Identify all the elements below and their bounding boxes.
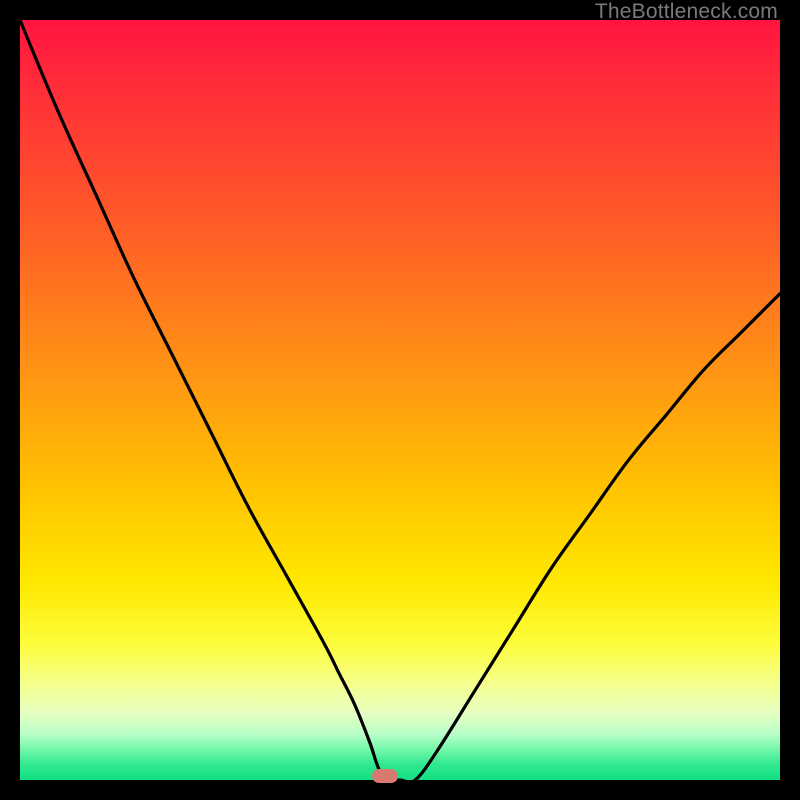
chart-frame: TheBottleneck.com [0,0,800,800]
optimum-marker [372,769,398,783]
bottleneck-curve-path [20,20,780,780]
plot-area [20,20,780,780]
curve-layer [20,20,780,780]
